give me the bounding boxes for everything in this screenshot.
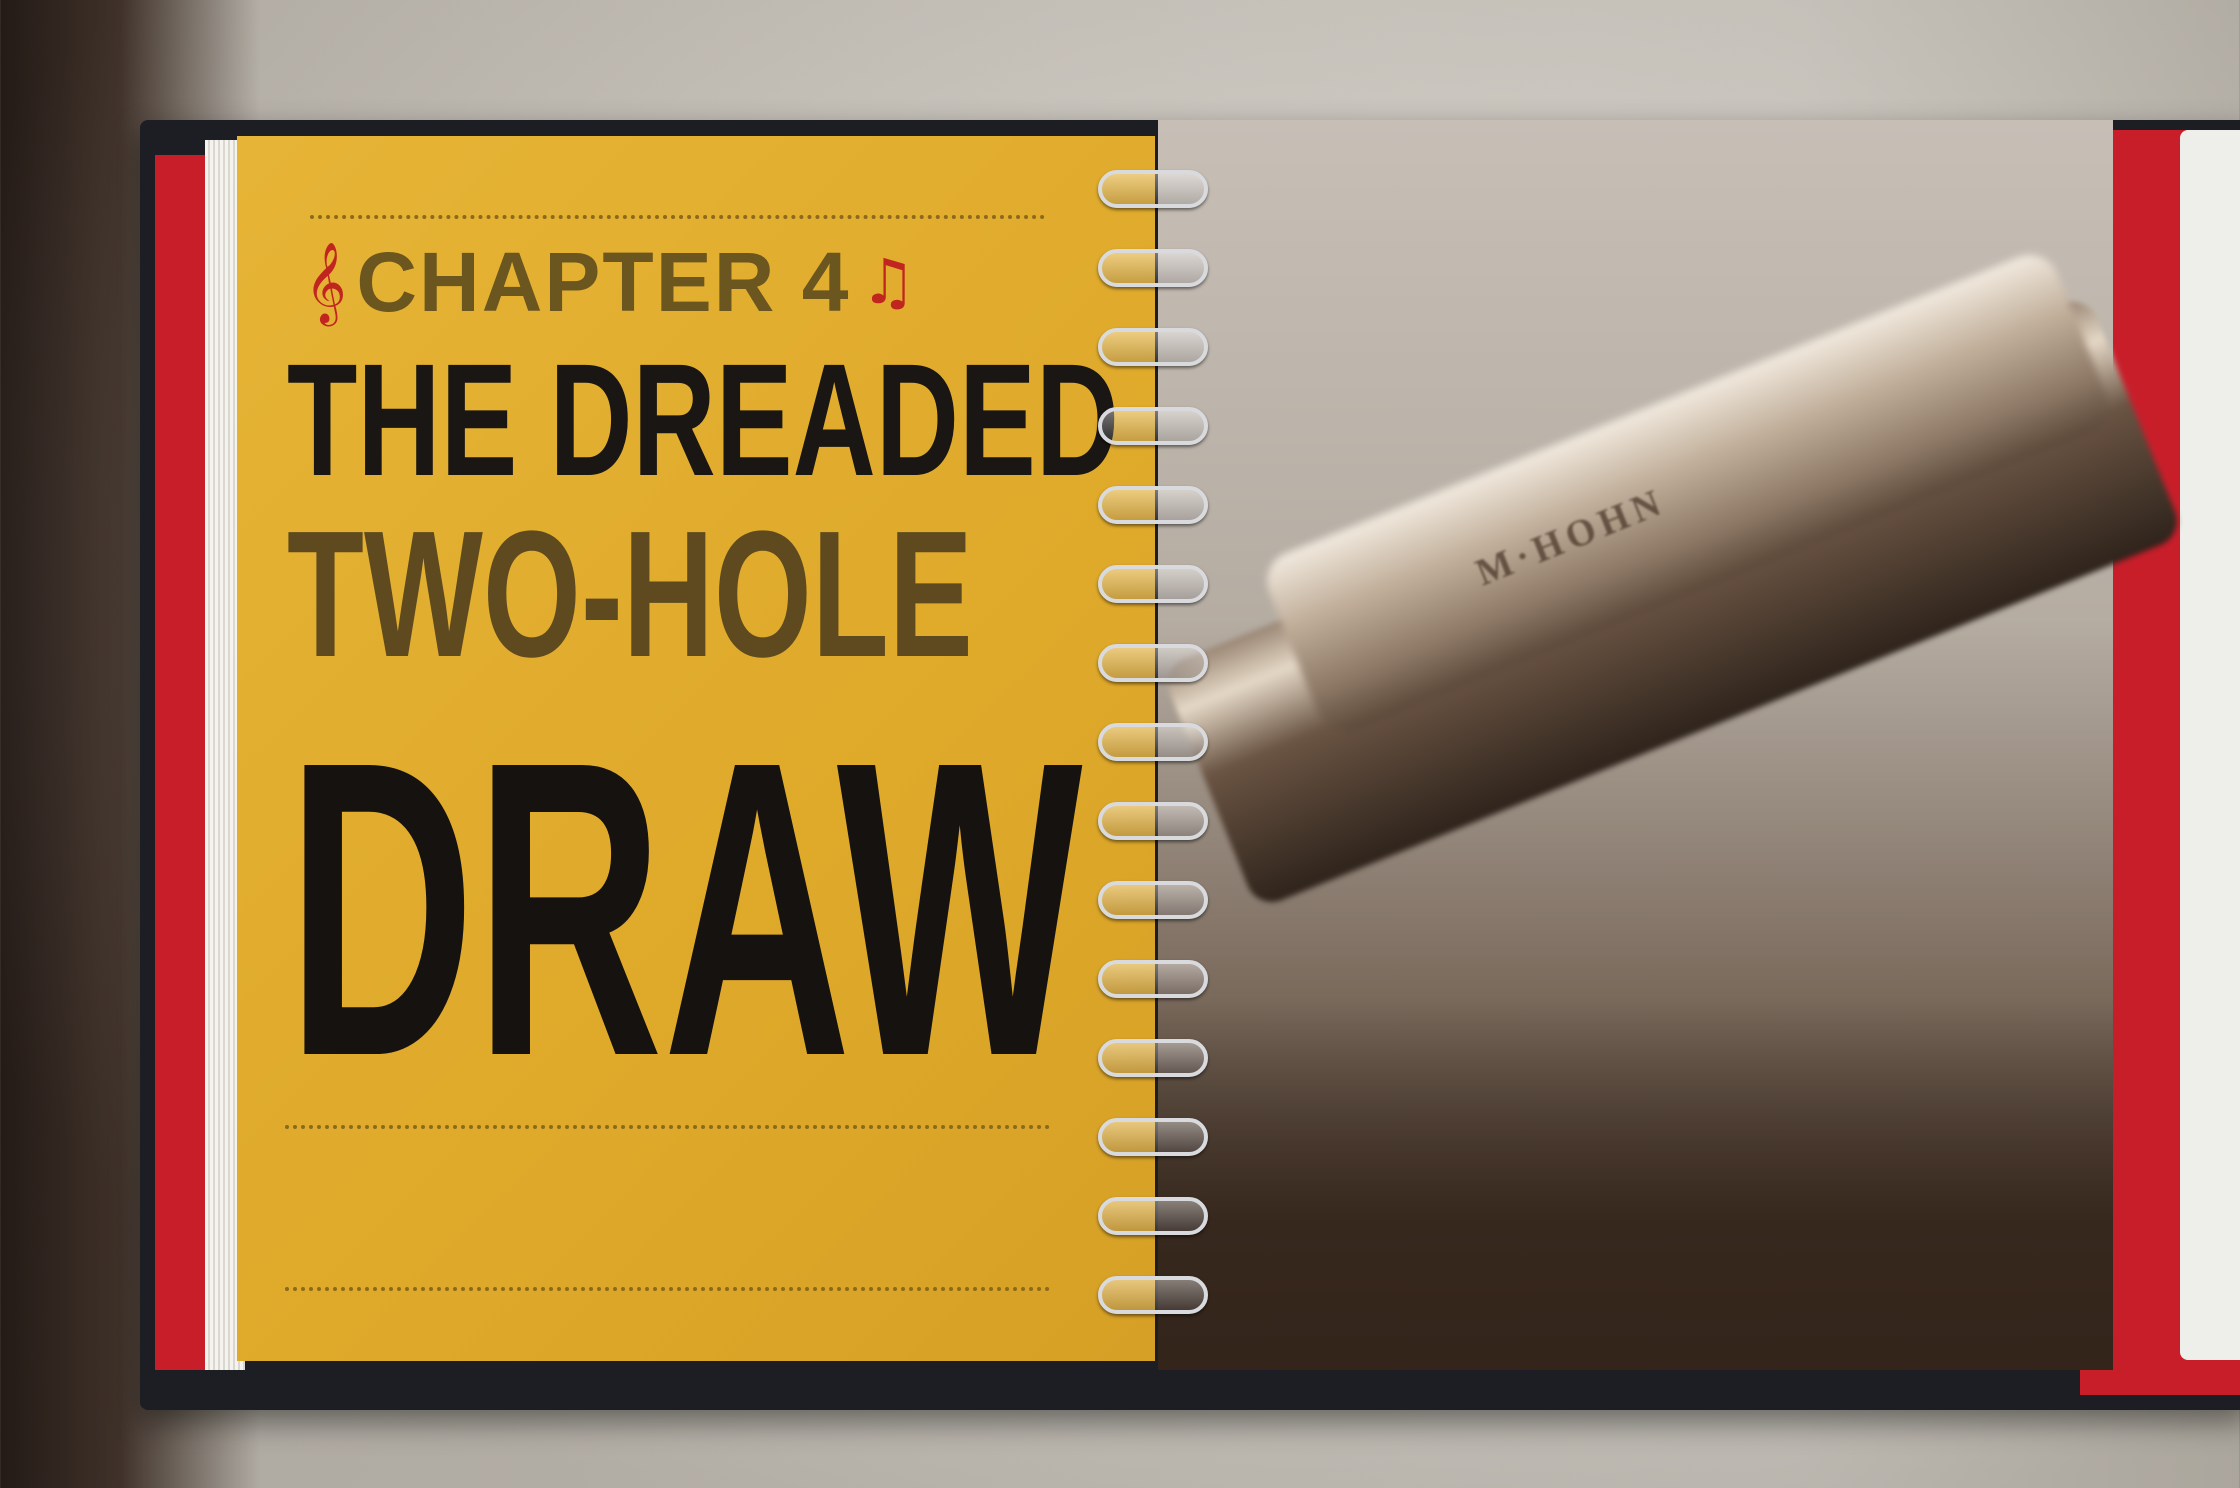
spiral-coil bbox=[1098, 249, 1208, 287]
spiral-coil bbox=[1098, 802, 1208, 840]
spiral-coil bbox=[1098, 170, 1208, 208]
photo-table-shadow bbox=[1158, 1000, 2113, 1370]
top-dotted-rule bbox=[310, 215, 1045, 219]
spiral-coil bbox=[1098, 1118, 1208, 1156]
inserted-card bbox=[2180, 130, 2240, 1360]
bottom-dotted-rule bbox=[285, 1287, 1050, 1291]
treble-clef-icon: 𝄞 bbox=[305, 241, 347, 323]
spiral-binding bbox=[1098, 170, 1208, 1340]
spiral-coil bbox=[1098, 1276, 1208, 1314]
spiral-coil bbox=[1098, 1039, 1208, 1077]
title-line-1: THE DREADED bbox=[287, 330, 1120, 509]
spiral-coil bbox=[1098, 328, 1208, 366]
spiral-coil bbox=[1098, 565, 1208, 603]
spiral-coil bbox=[1098, 723, 1208, 761]
spiral-coil bbox=[1098, 644, 1208, 682]
spiral-coil bbox=[1098, 407, 1208, 445]
spiral-coil bbox=[1098, 960, 1208, 998]
chapter-heading: 𝄞 CHAPTER 4 ♫ bbox=[305, 232, 1065, 332]
title-line-3: DRAW bbox=[287, 675, 1083, 1144]
music-note-icon: ♫ bbox=[860, 245, 917, 318]
spiral-coil bbox=[1098, 881, 1208, 919]
spiral-coil bbox=[1098, 1197, 1208, 1235]
title-line-2: TWO-HOLE bbox=[287, 494, 973, 695]
chapter-label: CHAPTER 4 bbox=[356, 234, 851, 329]
middle-dotted-rule bbox=[285, 1125, 1050, 1129]
spiral-coil bbox=[1098, 486, 1208, 524]
